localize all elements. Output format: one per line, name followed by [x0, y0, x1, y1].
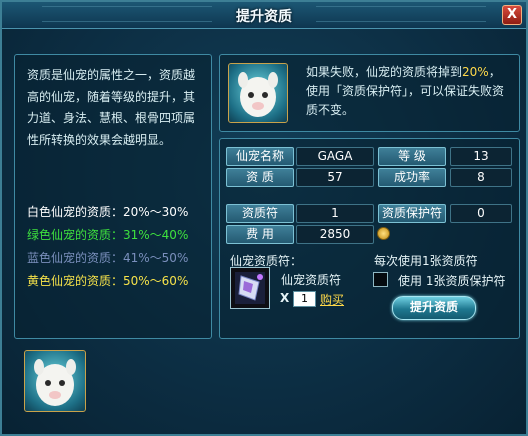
talisman-label: 资质符: [226, 204, 294, 223]
warning-part1: 如果失败，仙宠的资质将掉到: [306, 65, 463, 79]
rate-yellow: 黄色仙宠的资质：50%～60%: [27, 274, 189, 288]
success-rate-value: 8: [450, 168, 512, 187]
white-alpaca-icon: [34, 359, 76, 406]
talisman-value: 1: [296, 204, 374, 223]
warning-highlight: 20%: [462, 65, 489, 79]
cost-label: 费 用: [226, 225, 294, 244]
info-panel: 资质是仙宠的属性之一，资质越高的仙宠，随着等级的提升，其力道、身法、慧根、根骨四…: [14, 54, 212, 339]
pet-slot[interactable]: [24, 350, 86, 412]
quantity-prefix: X: [280, 291, 290, 305]
window-title: 提升资质: [236, 9, 292, 25]
description-text: 资质是仙宠的属性之一，资质越高的仙宠，随着等级的提升，其力道、身法、慧根、根骨四…: [27, 68, 196, 147]
success-rate-label: 成功率: [378, 168, 446, 187]
pet-aptitude-window: 提升资质 X 资质是仙宠的属性之一，资质越高的仙宠，随着等级的提升，其力道、身法…: [0, 0, 528, 436]
aptitude-value: 57: [296, 168, 374, 187]
rate-white: 白色仙宠的资质：20%～30%: [27, 205, 189, 219]
warning-panel: 如果失败，仙宠的资质将掉到20%，使用「资质保护符」，可以保证失败资质不变。: [219, 54, 520, 132]
protect-section-heading: 每次使用1张资质符: [374, 254, 478, 268]
close-button[interactable]: X: [502, 5, 522, 25]
level-label: 等 级: [378, 147, 446, 166]
level-value: 13: [450, 147, 512, 166]
title-bar: 提升资质 X: [2, 2, 526, 29]
rate-list: 白色仙宠的资质：20%～30% 绿色仙宠的资质：31%～40% 蓝色仙宠的资质：…: [27, 201, 188, 293]
talisman-icon: [235, 272, 265, 304]
pet-portrait: [228, 63, 288, 123]
white-alpaca-icon: [238, 72, 278, 117]
cost-value: 2850: [296, 225, 374, 244]
item-name: 仙宠资质符: [281, 273, 342, 287]
buy-link[interactable]: 购买: [320, 291, 344, 308]
warning-text: 如果失败，仙宠的资质将掉到20%，使用「资质保护符」，可以保证失败资质不变。: [306, 63, 508, 120]
upgrade-aptitude-button[interactable]: 提升资质: [392, 296, 476, 320]
protect-talisman-value: 0: [450, 204, 512, 223]
aptitude-label: 资 质: [226, 168, 294, 187]
protect-talisman-label: 资质保护符: [378, 204, 446, 223]
coin-icon: [377, 227, 390, 240]
protect-checkbox[interactable]: [373, 272, 388, 287]
talisman-item-slot[interactable]: [230, 267, 270, 309]
quantity-input[interactable]: 1: [293, 291, 316, 307]
pet-name-value: GAGA: [296, 147, 374, 166]
protect-checkbox-label: 使用 1张资质保护符: [398, 274, 506, 288]
pet-name-label: 仙宠名称: [226, 147, 294, 166]
rate-blue: 蓝色仙宠的资质：41%～50%: [27, 251, 189, 265]
rate-green: 绿色仙宠的资质：31%～40%: [27, 228, 189, 242]
